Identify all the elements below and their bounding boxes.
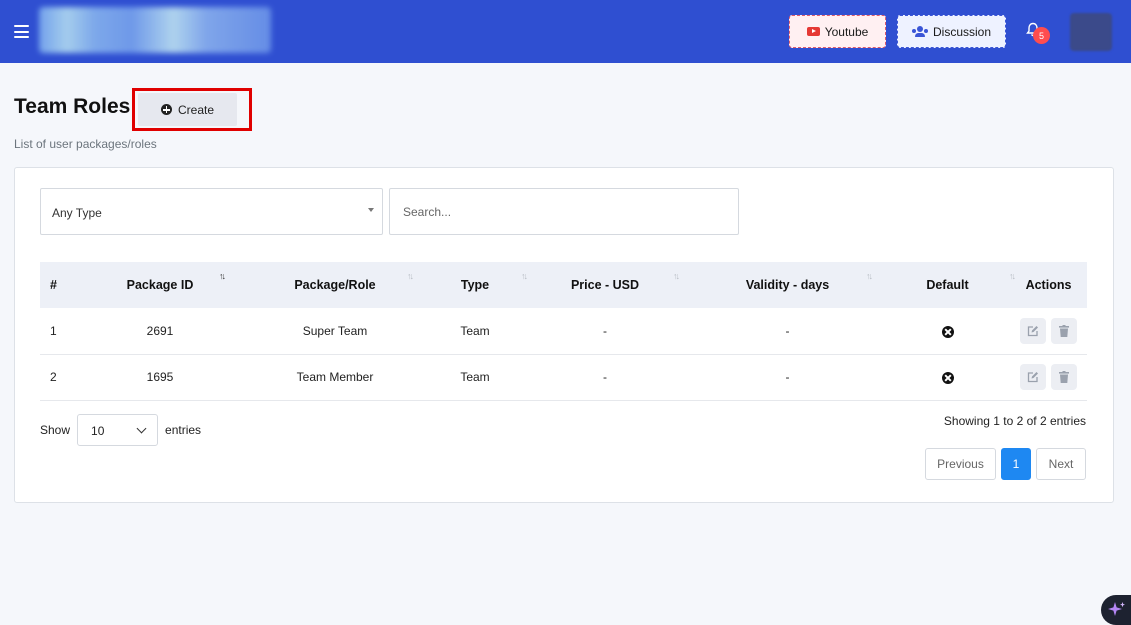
create-button[interactable]: Create bbox=[138, 93, 237, 126]
avatar[interactable] bbox=[1070, 13, 1112, 51]
cell-validity: - bbox=[785, 323, 790, 338]
col-header-type-label: Type bbox=[460, 278, 490, 292]
cell-type: Team bbox=[460, 370, 490, 384]
youtube-button[interactable]: Youtube bbox=[789, 15, 886, 48]
col-header-number: # bbox=[50, 278, 57, 292]
edit-icon bbox=[1027, 372, 1038, 383]
x-circle-icon bbox=[941, 325, 954, 338]
page-1-button[interactable]: 1 bbox=[1001, 448, 1031, 480]
notifications-button[interactable]: 5 bbox=[1024, 20, 1052, 46]
cell-number: 2 bbox=[50, 370, 57, 384]
x-circle-icon bbox=[941, 371, 954, 384]
table-row: 2 1695 Team Member Team - - bbox=[40, 354, 1087, 400]
cell-price: - bbox=[603, 370, 607, 384]
col-header-type[interactable]: Type ↑↓ bbox=[430, 262, 528, 308]
col-header-validity[interactable]: Validity - days ↑↓ bbox=[690, 262, 885, 308]
delete-button[interactable] bbox=[1051, 317, 1078, 344]
entries-label: entries bbox=[165, 423, 202, 437]
cell-package-id: 2691 bbox=[146, 323, 174, 338]
sort-icon: ↑↓ bbox=[673, 271, 680, 281]
search-input[interactable] bbox=[389, 188, 739, 235]
cell-actions bbox=[1010, 308, 1087, 354]
cell-package-role: Team Member bbox=[296, 370, 374, 384]
previous-page-button[interactable]: Previous bbox=[925, 448, 996, 480]
roles-table: # Package ID ↑↓ Package/Role ↑↓ Type ↑↓ … bbox=[40, 262, 1087, 401]
plus-circle-icon bbox=[160, 104, 172, 115]
sort-icon: ↑↓ bbox=[866, 271, 873, 281]
col-header-package-id[interactable]: Package ID ↑↓ bbox=[80, 262, 240, 308]
col-header-price[interactable]: Price - USD ↑↓ bbox=[520, 262, 690, 308]
chevron-down-icon bbox=[136, 423, 147, 434]
menu-icon[interactable] bbox=[14, 25, 29, 38]
cell-default bbox=[885, 354, 1010, 400]
create-label: Create bbox=[177, 102, 215, 117]
edit-icon bbox=[1027, 325, 1038, 336]
show-label: Show bbox=[40, 423, 71, 437]
cell-type: Team bbox=[460, 323, 490, 338]
discussion-button[interactable]: Discussion bbox=[897, 15, 1006, 48]
page-length-select[interactable]: 10 bbox=[77, 414, 159, 446]
cell-validity: - bbox=[785, 370, 790, 384]
next-page-button[interactable]: Next bbox=[1036, 448, 1086, 480]
sort-icon: ↑↓ bbox=[219, 271, 226, 281]
sparkle-icon bbox=[1108, 602, 1125, 616]
type-filter-value: Any Type bbox=[52, 206, 102, 220]
youtube-label: Youtube bbox=[824, 24, 869, 39]
col-header-default[interactable]: Default ↑↓ bbox=[885, 262, 1016, 308]
edit-button[interactable] bbox=[1019, 364, 1046, 390]
cell-number: 1 bbox=[50, 323, 57, 338]
table-info: Showing 1 to 2 of 2 entries bbox=[943, 414, 1086, 428]
table-header-row: # Package ID ↑↓ Package/Role ↑↓ Type ↑↓ … bbox=[40, 262, 1087, 308]
table-row: 1 2691 Super Team Team - - bbox=[40, 308, 1087, 354]
discussion-label: Discussion bbox=[932, 24, 992, 39]
notification-badge: 5 bbox=[1033, 27, 1050, 44]
col-header-price-label: Price - USD bbox=[570, 278, 640, 292]
col-header-default-label: Default bbox=[926, 278, 969, 292]
col-header-package-role[interactable]: Package/Role ↑↓ bbox=[240, 262, 430, 308]
cell-default bbox=[885, 308, 1010, 354]
users-icon bbox=[911, 26, 928, 37]
col-header-package-role-label: Package/Role bbox=[294, 278, 376, 292]
delete-button[interactable] bbox=[1051, 364, 1078, 390]
pagination: Previous 1 Next bbox=[925, 448, 1086, 480]
edit-button[interactable] bbox=[1019, 317, 1046, 344]
top-navbar: Youtube Discussion 5 bbox=[0, 0, 1131, 63]
caret-down-icon bbox=[368, 208, 374, 212]
page-title: Team Roles bbox=[14, 95, 131, 118]
trash-icon bbox=[1059, 324, 1070, 337]
page-length-control: Show 10 entries bbox=[40, 414, 201, 446]
col-header-validity-label: Validity - days bbox=[745, 278, 830, 292]
page-subtitle: List of user packages/roles bbox=[14, 137, 157, 151]
page-length-value: 10 bbox=[91, 424, 105, 438]
cell-price: - bbox=[603, 323, 607, 338]
logo[interactable] bbox=[39, 7, 271, 53]
col-header-package-id-label: Package ID bbox=[126, 278, 194, 292]
youtube-icon bbox=[806, 27, 820, 36]
cell-package-role: Super Team bbox=[302, 323, 368, 338]
trash-icon bbox=[1059, 371, 1070, 383]
sort-icon: ↑↓ bbox=[407, 271, 414, 281]
roles-card: Any Type # Package ID ↑↓ Package/Role ↑↓… bbox=[14, 167, 1114, 503]
cell-actions bbox=[1010, 354, 1087, 400]
col-header-actions: Actions bbox=[1025, 278, 1072, 292]
assistant-button[interactable] bbox=[1101, 595, 1131, 625]
cell-package-id: 1695 bbox=[146, 370, 174, 384]
type-filter-select[interactable]: Any Type bbox=[40, 188, 383, 235]
